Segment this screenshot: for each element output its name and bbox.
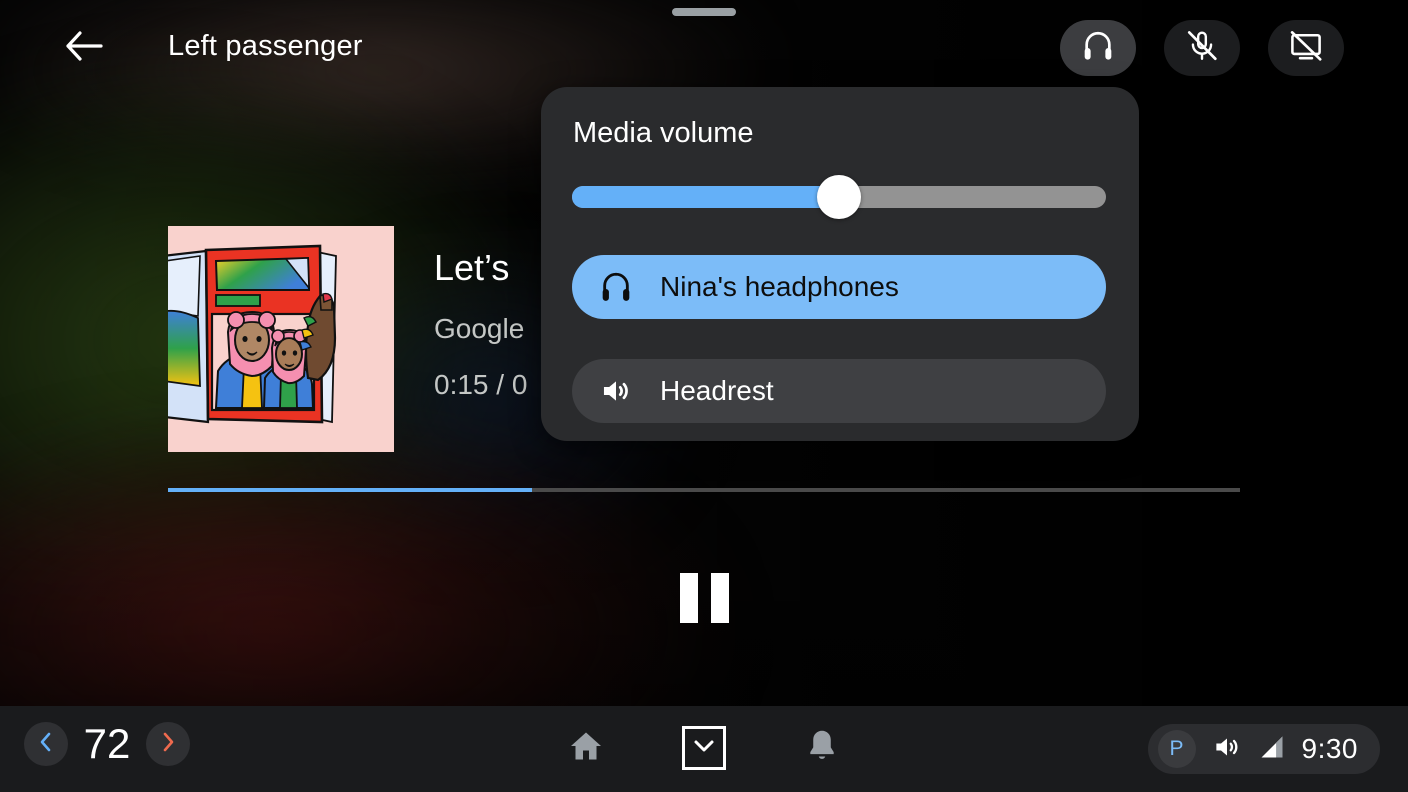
system-bar: 72 P 9:30 (0, 706, 1408, 792)
media-volume-panel: Media volume Nina's headphones Headrest (541, 87, 1139, 441)
pause-bar-right (710, 573, 729, 623)
gear-indicator: P (1157, 730, 1196, 768)
playback-progress-bar[interactable] (168, 488, 1240, 492)
screen-off-icon (1289, 29, 1323, 68)
status-tray[interactable]: P 9:30 (1147, 724, 1380, 774)
pause-bar-left (679, 573, 698, 623)
clock: 9:30 (1301, 733, 1358, 764)
collapse-button[interactable] (682, 726, 726, 770)
media-volume-title: Media volume (573, 117, 754, 149)
mic-off-icon (1185, 29, 1219, 68)
mic-off-button[interactable] (1164, 20, 1240, 76)
back-arrow-icon (65, 30, 103, 66)
output-device-nina-headphones[interactable]: Nina's headphones (572, 255, 1106, 319)
output-device-label: Headrest (660, 375, 774, 406)
page-title: Left passenger (168, 30, 363, 62)
slider-fill (572, 186, 839, 208)
headphones-output-button[interactable] (1060, 20, 1136, 76)
output-device-headrest[interactable]: Headrest (572, 359, 1106, 423)
pause-button[interactable] (668, 570, 740, 626)
chevron-down-icon (692, 738, 716, 759)
media-volume-slider[interactable] (572, 175, 1106, 219)
playback-progress-fill (168, 488, 533, 492)
notifications-button[interactable] (798, 724, 846, 772)
speaker-icon (1212, 732, 1242, 767)
album-art (168, 226, 394, 452)
home-icon (566, 728, 606, 769)
car-media-screen: Left passenger Let’s Google 0:15 / 0 Med… (0, 0, 1408, 792)
speaker-icon (588, 374, 644, 408)
signal-bars-icon (1258, 733, 1286, 766)
headphones-icon (588, 270, 644, 304)
headphones-icon (1081, 29, 1115, 68)
slider-thumb[interactable] (817, 175, 861, 219)
back-button[interactable] (60, 24, 108, 72)
bell-icon (804, 727, 840, 770)
top-bar: Left passenger (0, 0, 1408, 96)
output-device-label: Nina's headphones (660, 271, 899, 302)
home-button[interactable] (562, 724, 610, 772)
screen-off-button[interactable] (1268, 20, 1344, 76)
